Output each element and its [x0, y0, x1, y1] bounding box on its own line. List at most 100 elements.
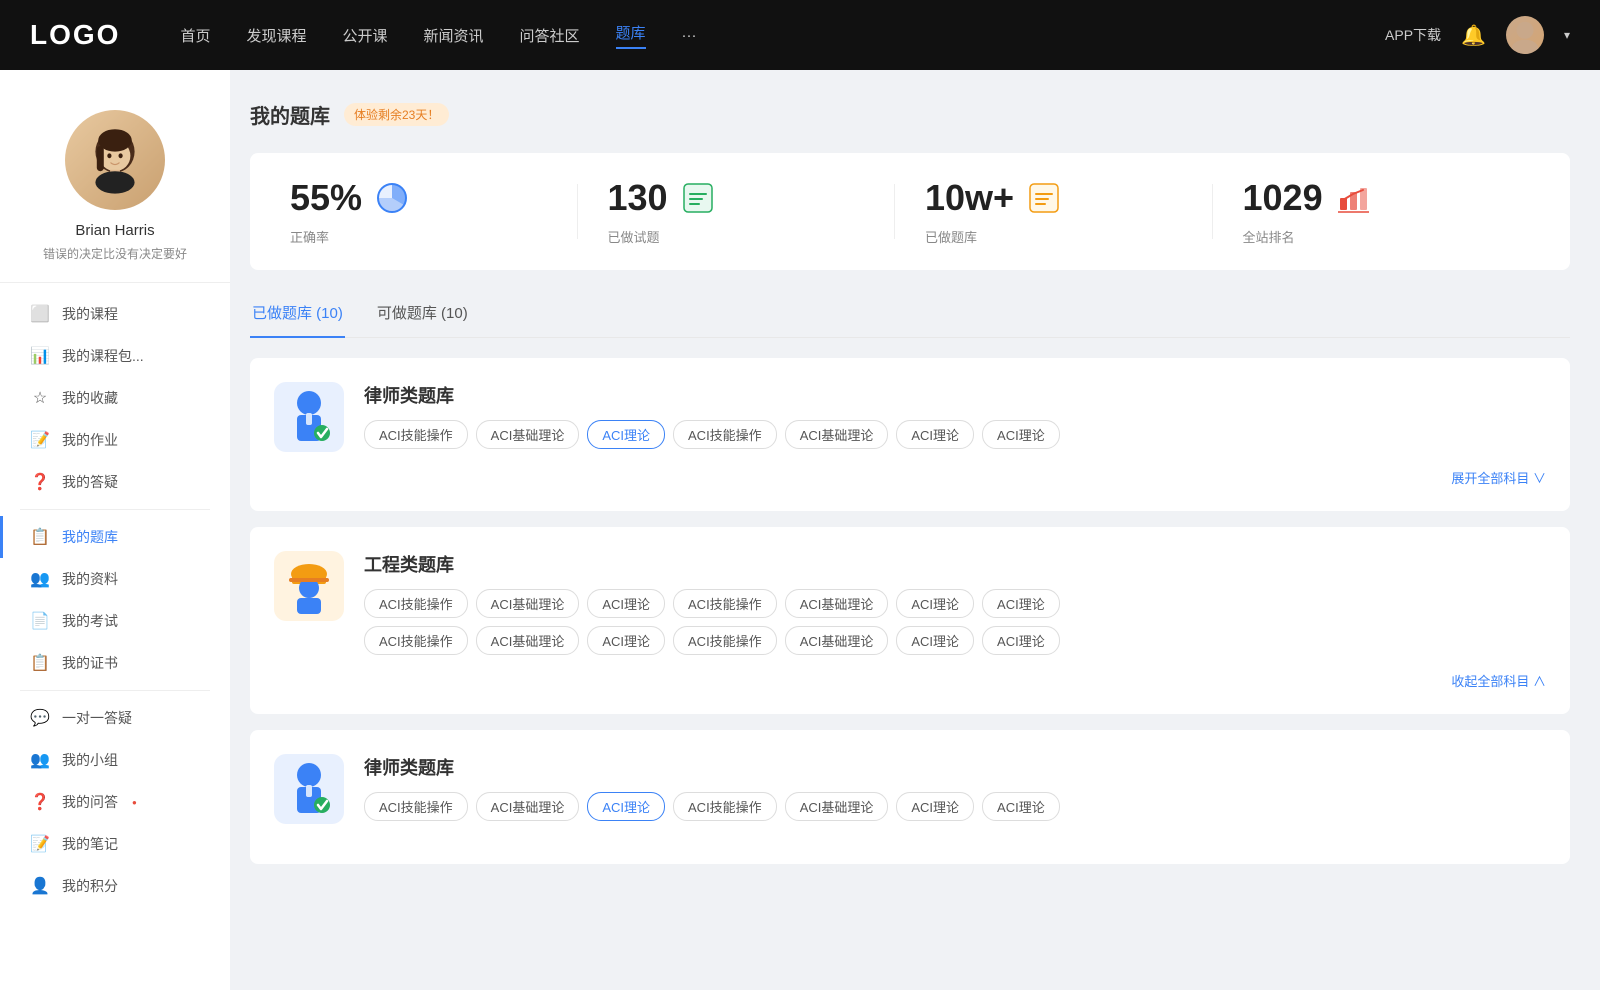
tag-aci-theory-2[interactable]: ACI理论	[896, 420, 974, 449]
tag-l2-theory-2[interactable]: ACI理论	[896, 792, 974, 821]
homework-icon: 📝	[30, 430, 50, 450]
expand-link-engineer-1[interactable]: 收起全部科目 ∧	[1451, 674, 1546, 689]
qbank-engineer-1-tags-row2: ACI技能操作 ACI基础理论 ACI理论 ACI技能操作 ACI基础理论 AC…	[364, 626, 1546, 655]
sidebar-label-course-packages: 我的课程包...	[62, 346, 144, 366]
stat-done-banks-label: 已做题库	[925, 227, 977, 246]
nav-open-course[interactable]: 公开课	[342, 25, 387, 46]
sidebar-item-materials[interactable]: 👥 我的资料	[0, 558, 230, 600]
tag-eng-theory-1[interactable]: ACI理论	[587, 589, 665, 618]
notes-icon: 📝	[30, 834, 50, 854]
sidebar-label-one-on-one: 一对一答疑	[62, 708, 132, 728]
qbank-lawyer-icon-2	[274, 754, 344, 824]
tag-eng2-theory-2[interactable]: ACI理论	[896, 626, 974, 655]
nav-more[interactable]: ···	[682, 27, 697, 44]
tag-eng-skill-2[interactable]: ACI技能操作	[673, 589, 777, 618]
tag-eng2-basic-1[interactable]: ACI基础理论	[476, 626, 580, 655]
expand-link-lawyer-1[interactable]: 展开全部科目 ∨	[1451, 471, 1546, 486]
tag-l2-basic-1[interactable]: ACI基础理论	[476, 792, 580, 821]
page-title: 我的题库	[250, 100, 330, 129]
qbank-card-lawyer-2-header: 律师类题库 ACI技能操作 ACI基础理论 ACI理论 ACI技能操作 ACI基…	[274, 754, 1546, 824]
stat-done-questions-value: 130	[608, 177, 668, 219]
main-wrapper: Brian Harris 错误的决定比没有决定要好 ⬜ 我的课程 📊 我的课程包…	[0, 70, 1600, 990]
stats-row: 55% 正确率 130	[250, 153, 1570, 270]
stat-accuracy-value: 55%	[290, 177, 362, 219]
sidebar-item-exams[interactable]: 📄 我的考试	[0, 600, 230, 642]
app-download-button[interactable]: APP下载	[1385, 25, 1441, 45]
sidebar-item-certificates[interactable]: 📋 我的证书	[0, 642, 230, 684]
sidebar-item-courses[interactable]: ⬜ 我的课程	[0, 293, 230, 335]
tag-eng2-basic-2[interactable]: ACI基础理论	[785, 626, 889, 655]
sidebar-item-notes[interactable]: 📝 我的笔记	[0, 823, 230, 865]
stat-ranking-label: 全站排名	[1243, 227, 1295, 246]
qbank-card-lawyer-2: 律师类题库 ACI技能操作 ACI基础理论 ACI理论 ACI技能操作 ACI基…	[250, 730, 1570, 864]
sidebar-item-one-on-one[interactable]: 💬 一对一答疑	[0, 697, 230, 739]
sidebar-label-question-bank: 我的题库	[62, 527, 118, 547]
stat-done-banks: 10w+ 已做题库	[895, 177, 1213, 246]
group-icon: 👥	[30, 750, 50, 770]
qbank-engineer-1-name: 工程类题库	[364, 551, 1546, 577]
sidebar-item-questions[interactable]: ❓ 我的答疑	[0, 461, 230, 503]
tag-eng-theory-2[interactable]: ACI理论	[896, 589, 974, 618]
user-dropdown-arrow[interactable]: ▾	[1564, 28, 1570, 42]
questions-icon: ❓	[30, 472, 50, 492]
nav-question-bank[interactable]: 题库	[616, 22, 646, 49]
tabs-row: 已做题库 (10) 可做题库 (10)	[250, 294, 1570, 338]
tab-available-banks[interactable]: 可做题库 (10)	[375, 294, 470, 337]
sidebar-item-course-packages[interactable]: 📊 我的课程包...	[0, 335, 230, 377]
tag-l2-skill-2[interactable]: ACI技能操作	[673, 792, 777, 821]
logo[interactable]: LOGO	[30, 19, 120, 51]
sidebar-label-my-qa: 我的问答	[62, 792, 118, 812]
qbank-card-engineer-1: 工程类题库 ACI技能操作 ACI基础理论 ACI理论 ACI技能操作 ACI基…	[250, 527, 1570, 714]
tag-eng-theory-3[interactable]: ACI理论	[982, 589, 1060, 618]
sidebar-label-materials: 我的资料	[62, 569, 118, 589]
qbank-card-engineer-1-header: 工程类题库 ACI技能操作 ACI基础理论 ACI理论 ACI技能操作 ACI基…	[274, 551, 1546, 655]
tag-aci-theory-3[interactable]: ACI理论	[982, 420, 1060, 449]
user-avatar[interactable]	[1506, 16, 1544, 54]
stat-done-banks-top: 10w+	[925, 177, 1062, 219]
tag-aci-basic-2[interactable]: ACI基础理论	[785, 420, 889, 449]
tag-aci-skill-2[interactable]: ACI技能操作	[673, 420, 777, 449]
profile-avatar	[65, 110, 165, 210]
sidebar-item-my-qa[interactable]: ❓ 我的问答 ●	[0, 781, 230, 823]
tag-eng-skill-1[interactable]: ACI技能操作	[364, 589, 468, 618]
nav-news[interactable]: 新闻资讯	[424, 25, 484, 46]
notification-bell-icon[interactable]: 🔔	[1461, 23, 1486, 48]
sidebar-label-notes: 我的笔记	[62, 834, 118, 854]
tag-aci-basic[interactable]: ACI基础理论	[476, 420, 580, 449]
sidebar-label-favorites: 我的收藏	[62, 388, 118, 408]
tag-l2-skill-1[interactable]: ACI技能操作	[364, 792, 468, 821]
sidebar-item-group[interactable]: 👥 我的小组	[0, 739, 230, 781]
question-bank-icon: 📋	[30, 527, 50, 547]
tag-eng-basic-1[interactable]: ACI基础理论	[476, 589, 580, 618]
qbank-lawyer-1-tags: ACI技能操作 ACI基础理论 ACI理论 ACI技能操作 ACI基础理论 AC…	[364, 420, 1546, 449]
tab-done-banks[interactable]: 已做题库 (10)	[250, 294, 345, 337]
one-on-one-icon: 💬	[30, 708, 50, 728]
sidebar-label-courses: 我的课程	[62, 304, 118, 324]
tag-eng2-skill-1[interactable]: ACI技能操作	[364, 626, 468, 655]
sidebar-menu: ⬜ 我的课程 📊 我的课程包... ☆ 我的收藏 📝 我的作业 ❓ 我的答疑 📋	[0, 293, 230, 917]
tag-l2-theory-active[interactable]: ACI理论	[587, 792, 665, 821]
tag-aci-theory-active[interactable]: ACI理论	[587, 420, 665, 449]
qa-dot: ●	[132, 798, 137, 807]
sidebar-item-homework[interactable]: 📝 我的作业	[0, 419, 230, 461]
tag-l2-theory-3[interactable]: ACI理论	[982, 792, 1060, 821]
tag-aci-skill[interactable]: ACI技能操作	[364, 420, 468, 449]
tag-l2-basic-2[interactable]: ACI基础理论	[785, 792, 889, 821]
stat-accuracy-top: 55%	[290, 177, 410, 219]
sidebar-label-questions: 我的答疑	[62, 472, 118, 492]
sidebar-item-points[interactable]: 👤 我的积分	[0, 865, 230, 907]
nav-qa[interactable]: 问答社区	[520, 25, 580, 46]
sidebar-item-favorites[interactable]: ☆ 我的收藏	[0, 377, 230, 419]
tag-eng2-theory-3[interactable]: ACI理论	[982, 626, 1060, 655]
sidebar-item-question-bank[interactable]: 📋 我的题库	[0, 516, 230, 558]
tag-eng2-theory-1[interactable]: ACI理论	[587, 626, 665, 655]
qbank-engineer-icon-1	[274, 551, 344, 621]
profile-section: Brian Harris 错误的决定比没有决定要好	[0, 100, 230, 283]
qbank-lawyer-2-name: 律师类题库	[364, 754, 1546, 780]
qbank-engineer-1-tags-row1: ACI技能操作 ACI基础理论 ACI理论 ACI技能操作 ACI基础理论 AC…	[364, 589, 1546, 618]
materials-icon: 👥	[30, 569, 50, 589]
nav-discover[interactable]: 发现课程	[246, 25, 306, 46]
tag-eng2-skill-2[interactable]: ACI技能操作	[673, 626, 777, 655]
nav-home[interactable]: 首页	[180, 25, 210, 46]
tag-eng-basic-2[interactable]: ACI基础理论	[785, 589, 889, 618]
